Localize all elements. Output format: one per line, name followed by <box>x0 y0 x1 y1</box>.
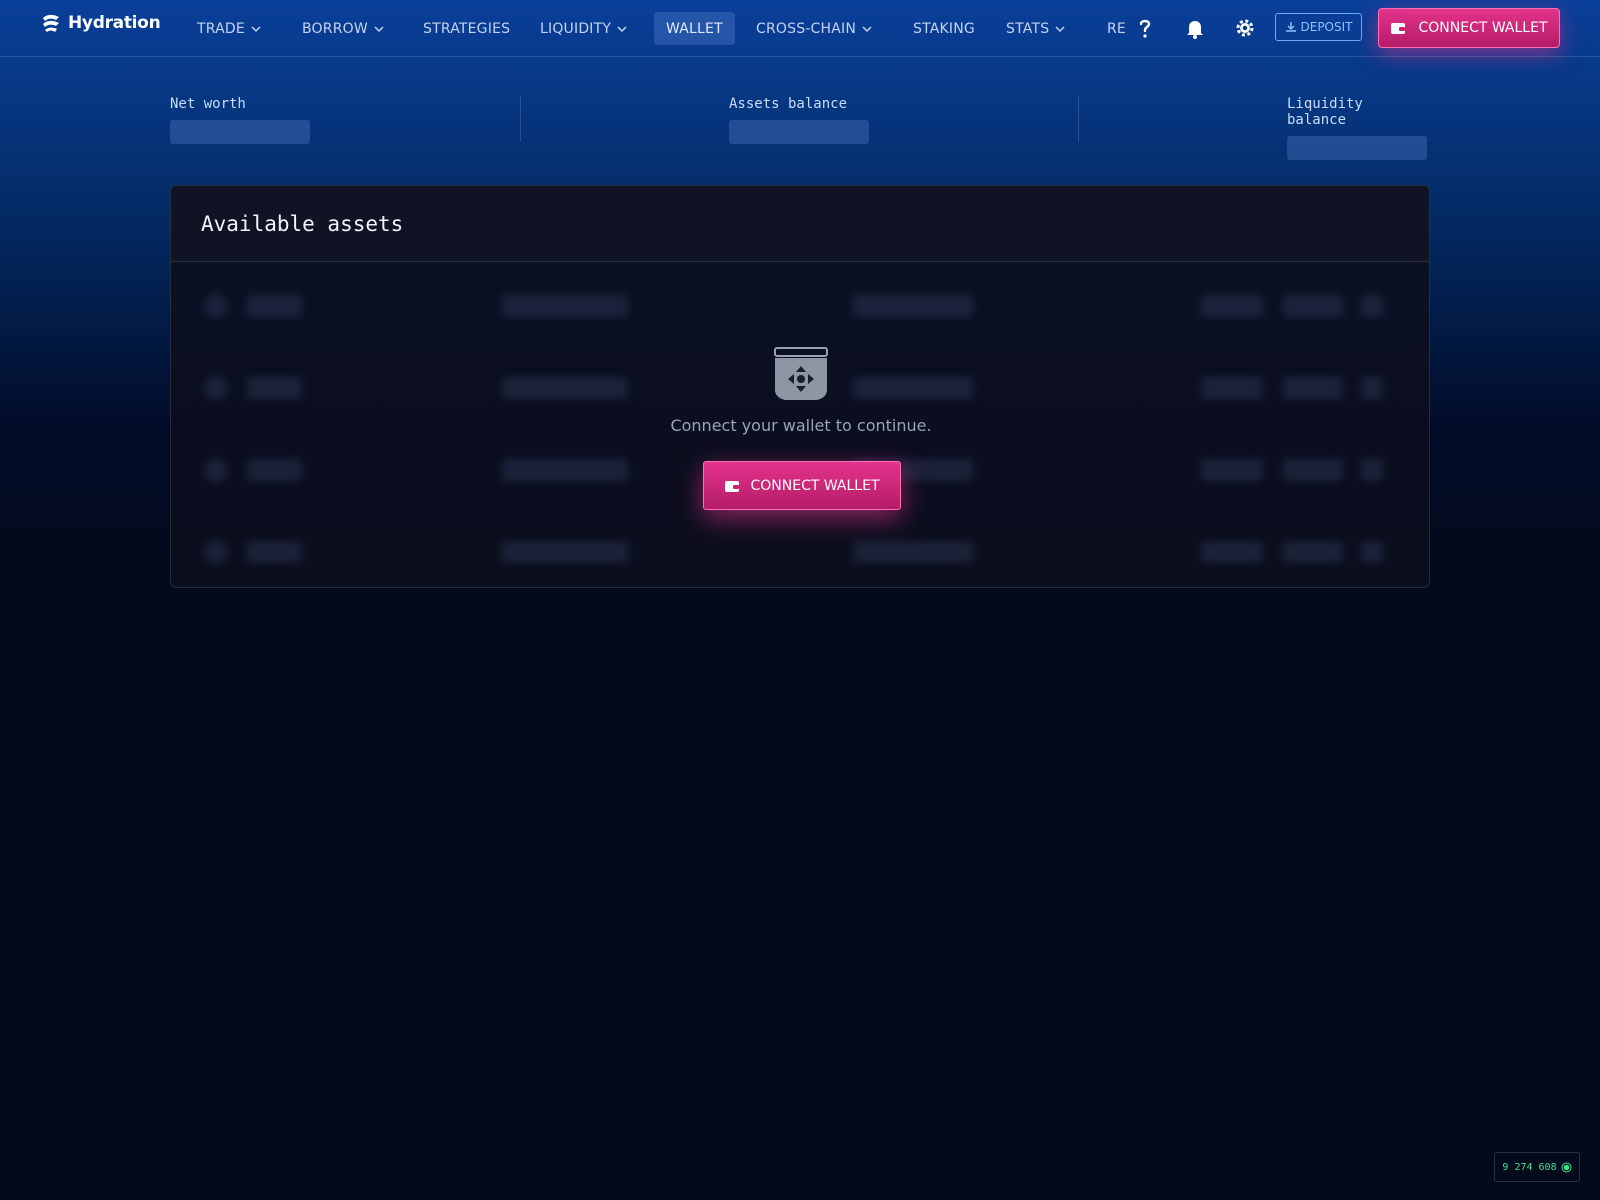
nav-item-stats[interactable]: STATS <box>1006 12 1065 45</box>
connect-wallet-label: CONNECT WALLET <box>750 477 880 494</box>
card-header: Available assets <box>171 186 1429 262</box>
status-online-icon <box>1561 1162 1572 1172</box>
nav-item-cross-chain[interactable]: CROSS-CHAIN <box>756 12 872 45</box>
nav-item-re[interactable]: RE <box>1107 12 1126 45</box>
nav-item-label: STAKING <box>913 20 975 37</box>
skeleton-row <box>171 537 1429 567</box>
nav-item-label: BORROW <box>302 20 368 37</box>
help-icon[interactable] <box>1133 16 1157 40</box>
skeleton-row <box>171 291 1429 321</box>
stat-label: Liquidity balance <box>1287 96 1363 128</box>
stat-value-skeleton <box>729 120 869 144</box>
nav-item-label: RE <box>1107 20 1126 37</box>
app-name: Hydration <box>68 13 161 33</box>
stat-divider <box>520 96 521 142</box>
download-icon <box>1285 22 1296 32</box>
connect-wallet-button[interactable]: CONNECT WALLET <box>1378 8 1560 48</box>
stat-divider <box>1078 96 1079 142</box>
block-number-badge[interactable]: 9 274 608 <box>1494 1152 1580 1182</box>
available-assets-card: Available assets Connect your wallet to … <box>170 185 1430 588</box>
balance-summary: Net worth Assets balance Liquidity balan… <box>170 96 1430 160</box>
wallet-icon <box>1391 23 1406 34</box>
chevron-down-icon <box>251 25 261 32</box>
stat-label: Assets balance <box>729 96 848 112</box>
empty-state-message: Connect your wallet to continue. <box>670 416 932 435</box>
nav-item-staking[interactable]: STAKING <box>913 12 975 45</box>
chevron-down-icon <box>1055 25 1065 32</box>
nav-item-label: WALLET <box>666 20 723 37</box>
stat-net-worth: Net worth <box>170 96 310 144</box>
nav-item-label: TRADE <box>197 20 245 37</box>
nav-item-strategies[interactable]: STRATEGIES <box>423 12 510 45</box>
deposit-label: DEPOSIT <box>1300 20 1353 34</box>
gear-icon[interactable] <box>1233 16 1257 40</box>
card-title: Available assets <box>201 211 404 236</box>
nav-item-label: STRATEGIES <box>423 20 511 37</box>
chevron-down-icon <box>617 25 627 32</box>
chevron-down-icon <box>374 25 384 32</box>
nav-item-liquidity[interactable]: LIQUIDITY <box>540 12 627 45</box>
nav-item-label: LIQUIDITY <box>540 20 612 37</box>
deposit-button[interactable]: DEPOSIT <box>1275 13 1362 41</box>
nav-item-wallet[interactable]: WALLET <box>654 12 735 45</box>
app-logo[interactable]: Hydration <box>40 12 161 34</box>
nav-item-borrow[interactable]: BORROW <box>302 12 384 45</box>
wallet-icon <box>725 480 740 492</box>
chevron-down-icon <box>862 25 872 32</box>
nav-item-label: CROSS-CHAIN <box>756 20 857 37</box>
nav-item-label: STATS <box>1006 20 1050 37</box>
block-number: 9 274 608 <box>1502 1161 1557 1173</box>
connect-wallet-label: CONNECT WALLET <box>1418 20 1548 36</box>
wallet-safe-icon <box>774 347 828 400</box>
stat-value-skeleton <box>170 120 310 144</box>
bell-icon[interactable] <box>1183 16 1207 40</box>
connect-wallet-cta-button[interactable]: CONNECT WALLET <box>703 461 901 510</box>
hydration-logo-icon <box>43 14 59 32</box>
nav-item-trade[interactable]: TRADE <box>197 12 261 45</box>
stat-value-skeleton <box>1287 136 1427 160</box>
empty-state: Connect your wallet to continue. <box>171 346 1429 435</box>
stat-label: Net worth <box>170 96 246 112</box>
stat-assets-balance: Assets balance <box>729 96 869 144</box>
stat-liquidity-balance: Liquidity balance <box>1287 96 1430 160</box>
top-navigation-bar: Hydration TRADE BORROW STRATEGIES LIQUID… <box>0 0 1600 57</box>
